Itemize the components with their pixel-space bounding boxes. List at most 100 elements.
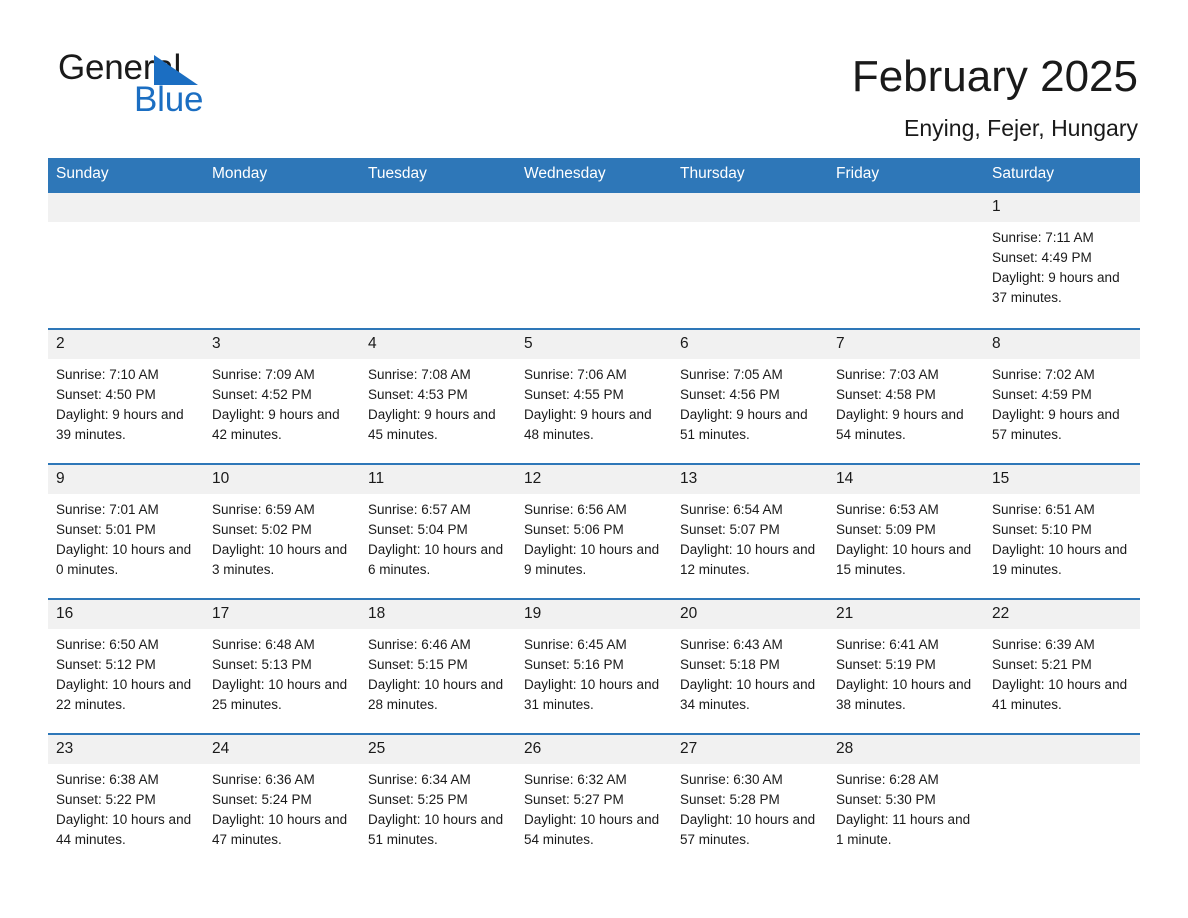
day-number: 18 [360, 600, 516, 629]
calendar-day-cell[interactable]: 11 Sunrise: 6:57 AM Sunset: 5:04 PM Dayligh… [360, 463, 516, 599]
sunrise-text: Sunrise: 6:41 AM [836, 637, 939, 652]
day-sun-info: Sunrise: 6:36 AM Sunset: 5:24 PM Daylight:… [204, 764, 360, 850]
sunset-text: Sunset: 5:13 PM [212, 657, 312, 672]
calendar-day-cell[interactable]: 12 Sunrise: 6:56 AM Sunset: 5:06 PM Dayligh… [516, 463, 672, 599]
sunrise-text: Sunrise: 7:02 AM [992, 367, 1095, 382]
daylight-text: Daylight: 10 hours and 44 minutes. [56, 812, 192, 847]
calendar-day-cell[interactable]: 10 Sunrise: 6:59 AM Sunset: 5:02 PM Dayligh… [204, 463, 360, 599]
day-cell-inner: 6 Sunrise: 7:05 AM Sunset: 4:56 PM Daylight… [672, 330, 828, 463]
daylight-text: Daylight: 10 hours and 3 minutes. [212, 542, 348, 577]
sunset-text: Sunset: 4:52 PM [212, 387, 312, 402]
calendar-day-cell[interactable]: 27 Sunrise: 6:30 AM Sunset: 5:28 PM Dayligh… [672, 733, 828, 869]
sunset-text: Sunset: 5:22 PM [56, 792, 156, 807]
day-cell-inner: 2 Sunrise: 7:10 AM Sunset: 4:50 PM Daylight… [48, 330, 204, 463]
day-number: 26 [516, 735, 672, 764]
calendar-day-cell[interactable]: 23 Sunrise: 6:38 AM Sunset: 5:22 PM Dayligh… [48, 733, 204, 869]
calendar-day-cell[interactable]: 14 Sunrise: 6:53 AM Sunset: 5:09 PM Dayligh… [828, 463, 984, 599]
day-number: 14 [828, 465, 984, 494]
sunset-text: Sunset: 5:09 PM [836, 522, 936, 537]
calendar-day-cell-empty [204, 191, 360, 329]
day-cell-inner: 27 Sunrise: 6:30 AM Sunset: 5:28 PM Dayligh… [672, 735, 828, 869]
day-cell-inner [48, 193, 204, 328]
calendar-day-cell-empty [516, 191, 672, 329]
day-number: 1 [984, 193, 1140, 222]
calendar-day-cell[interactable]: 3 Sunrise: 7:09 AM Sunset: 4:52 PM Daylight… [204, 328, 360, 464]
calendar-day-cell[interactable]: 24 Sunrise: 6:36 AM Sunset: 5:24 PM Dayligh… [204, 733, 360, 869]
calendar-day-cell[interactable]: 18 Sunrise: 6:46 AM Sunset: 5:15 PM Dayligh… [360, 598, 516, 734]
sunrise-text: Sunrise: 6:56 AM [524, 502, 627, 517]
general-blue-logo[interactable]: General Blue [58, 48, 258, 124]
daylight-text: Daylight: 9 hours and 57 minutes. [992, 407, 1120, 442]
sunrise-text: Sunrise: 6:53 AM [836, 502, 939, 517]
calendar-day-cell[interactable]: 1 Sunrise: 7:11 AM Sunset: 4:49 PM Daylight… [984, 191, 1140, 329]
calendar-day-cell[interactable]: 21 Sunrise: 6:41 AM Sunset: 5:19 PM Dayligh… [828, 598, 984, 734]
calendar-day-cell[interactable]: 22 Sunrise: 6:39 AM Sunset: 5:21 PM Dayligh… [984, 598, 1140, 734]
calendar-day-cell[interactable]: 9 Sunrise: 7:01 AM Sunset: 5:01 PM Daylight… [48, 463, 204, 599]
day-cell-inner: 3 Sunrise: 7:09 AM Sunset: 4:52 PM Daylight… [204, 330, 360, 463]
day-sun-info: Sunrise: 7:03 AM Sunset: 4:58 PM Daylight:… [828, 359, 984, 445]
page-title: February 2025 [851, 52, 1138, 101]
calendar-day-cell[interactable]: 17 Sunrise: 6:48 AM Sunset: 5:13 PM Dayligh… [204, 598, 360, 734]
sunset-text: Sunset: 5:27 PM [524, 792, 624, 807]
day-cell-inner: 4 Sunrise: 7:08 AM Sunset: 4:53 PM Daylight… [360, 330, 516, 463]
day-number: 21 [828, 600, 984, 629]
sunrise-text: Sunrise: 6:39 AM [992, 637, 1095, 652]
calendar-day-cell-empty [360, 191, 516, 329]
sunrise-text: Sunrise: 6:30 AM [680, 772, 783, 787]
day-number [204, 193, 360, 222]
logo-text-blue: Blue [134, 80, 204, 119]
daylight-text: Daylight: 9 hours and 45 minutes. [368, 407, 496, 442]
day-sun-info: Sunrise: 6:34 AM Sunset: 5:25 PM Daylight:… [360, 764, 516, 850]
sunrise-text: Sunrise: 7:01 AM [56, 502, 159, 517]
sunset-text: Sunset: 5:19 PM [836, 657, 936, 672]
sunset-text: Sunset: 5:24 PM [212, 792, 312, 807]
daylight-text: Daylight: 10 hours and 34 minutes. [680, 677, 816, 712]
day-number: 11 [360, 465, 516, 494]
calendar-day-cell[interactable]: 20 Sunrise: 6:43 AM Sunset: 5:18 PM Dayligh… [672, 598, 828, 734]
calendar-day-cell[interactable]: 15 Sunrise: 6:51 AM Sunset: 5:10 PM Dayligh… [984, 463, 1140, 599]
calendar-day-cell[interactable]: 7 Sunrise: 7:03 AM Sunset: 4:58 PM Daylight… [828, 328, 984, 464]
sunset-text: Sunset: 4:49 PM [992, 250, 1092, 265]
day-sun-info: Sunrise: 6:59 AM Sunset: 5:02 PM Daylight:… [204, 494, 360, 580]
weekday-header-sunday: Sunday [48, 158, 204, 192]
calendar-day-cell[interactable]: 6 Sunrise: 7:05 AM Sunset: 4:56 PM Daylight… [672, 328, 828, 464]
day-cell-inner [360, 193, 516, 328]
day-number: 9 [48, 465, 204, 494]
calendar-day-cell[interactable]: 28 Sunrise: 6:28 AM Sunset: 5:30 PM Dayligh… [828, 733, 984, 869]
day-cell-inner: 15 Sunrise: 6:51 AM Sunset: 5:10 PM Dayligh… [984, 465, 1140, 598]
sunrise-text: Sunrise: 6:36 AM [212, 772, 315, 787]
daylight-text: Daylight: 10 hours and 0 minutes. [56, 542, 192, 577]
calendar-day-cell[interactable]: 8 Sunrise: 7:02 AM Sunset: 4:59 PM Daylight… [984, 328, 1140, 464]
sunset-text: Sunset: 5:01 PM [56, 522, 156, 537]
day-sun-info: Sunrise: 6:32 AM Sunset: 5:27 PM Daylight:… [516, 764, 672, 850]
day-number [360, 193, 516, 222]
calendar-day-cell[interactable]: 26 Sunrise: 6:32 AM Sunset: 5:27 PM Dayligh… [516, 733, 672, 869]
day-sun-info: Sunrise: 7:10 AM Sunset: 4:50 PM Daylight:… [48, 359, 204, 445]
sunrise-text: Sunrise: 7:03 AM [836, 367, 939, 382]
calendar-day-cell-empty [984, 733, 1140, 869]
day-cell-inner: 17 Sunrise: 6:48 AM Sunset: 5:13 PM Dayligh… [204, 600, 360, 733]
daylight-text: Daylight: 10 hours and 31 minutes. [524, 677, 660, 712]
day-sun-info: Sunrise: 7:02 AM Sunset: 4:59 PM Daylight:… [984, 359, 1140, 445]
sunrise-text: Sunrise: 7:08 AM [368, 367, 471, 382]
day-cell-inner: 5 Sunrise: 7:06 AM Sunset: 4:55 PM Daylight… [516, 330, 672, 463]
calendar-day-cell[interactable]: 16 Sunrise: 6:50 AM Sunset: 5:12 PM Dayligh… [48, 598, 204, 734]
day-number: 20 [672, 600, 828, 629]
weekday-header-monday: Monday [204, 158, 360, 192]
calendar-day-cell[interactable]: 25 Sunrise: 6:34 AM Sunset: 5:25 PM Dayligh… [360, 733, 516, 869]
calendar-day-cell[interactable]: 13 Sunrise: 6:54 AM Sunset: 5:07 PM Dayligh… [672, 463, 828, 599]
day-sun-info: Sunrise: 6:41 AM Sunset: 5:19 PM Daylight:… [828, 629, 984, 715]
calendar-day-cell[interactable]: 19 Sunrise: 6:45 AM Sunset: 5:16 PM Dayligh… [516, 598, 672, 734]
calendar-day-cell[interactable]: 2 Sunrise: 7:10 AM Sunset: 4:50 PM Daylight… [48, 328, 204, 464]
calendar-week-row: 1 Sunrise: 7:11 AM Sunset: 4:49 PM Daylight… [48, 191, 1140, 329]
sunset-text: Sunset: 5:18 PM [680, 657, 780, 672]
sunset-text: Sunset: 5:28 PM [680, 792, 780, 807]
sunset-text: Sunset: 5:25 PM [368, 792, 468, 807]
daylight-text: Daylight: 11 hours and 1 minute. [836, 812, 971, 847]
day-cell-inner: 21 Sunrise: 6:41 AM Sunset: 5:19 PM Dayligh… [828, 600, 984, 733]
calendar-day-cell[interactable]: 5 Sunrise: 7:06 AM Sunset: 4:55 PM Daylight… [516, 328, 672, 464]
calendar-day-cell[interactable]: 4 Sunrise: 7:08 AM Sunset: 4:53 PM Daylight… [360, 328, 516, 464]
day-number: 27 [672, 735, 828, 764]
daylight-text: Daylight: 9 hours and 48 minutes. [524, 407, 652, 442]
day-number: 19 [516, 600, 672, 629]
